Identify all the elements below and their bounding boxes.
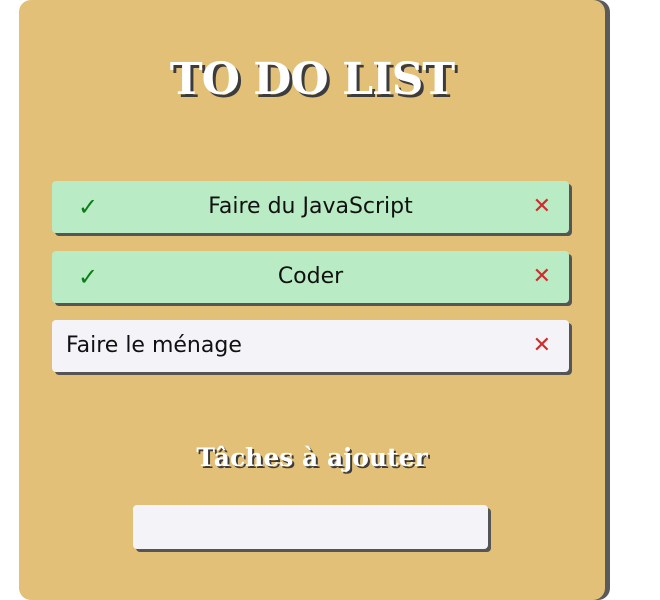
check-icon: ✓ — [78, 193, 99, 221]
todo-label: Coder — [277, 264, 344, 289]
page-title: TO DO LIST — [169, 54, 455, 105]
close-icon[interactable]: ✕ — [533, 331, 551, 361]
check-icon: ✓ — [78, 263, 99, 291]
add-task-heading: Tâches à ajouter — [196, 443, 428, 472]
new-task-input[interactable] — [133, 505, 488, 549]
todo-card: TO DO LIST ✓ Faire du JavaScript ✕ ✓ Cod… — [19, 0, 605, 600]
todo-label: Faire le ménage — [66, 333, 242, 358]
close-icon[interactable]: ✕ — [533, 192, 551, 222]
todo-item-pending[interactable]: Faire le ménage ✕ — [52, 320, 569, 372]
close-icon[interactable]: ✕ — [533, 262, 551, 292]
todo-item-done[interactable]: ✓ Faire du JavaScript ✕ — [52, 181, 569, 233]
todo-label: Faire du JavaScript — [208, 194, 413, 219]
todo-item-done[interactable]: ✓ Coder ✕ — [52, 251, 569, 303]
